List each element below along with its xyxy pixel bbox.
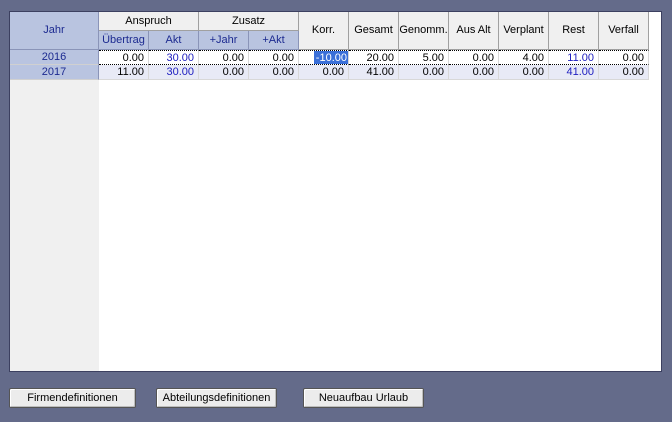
cell-gesamt[interactable]: 20.00 [349, 50, 399, 65]
cell-akt[interactable]: 30.00 [149, 50, 199, 65]
cell-uebertrag[interactable]: 0.00 [99, 50, 149, 65]
header-korr[interactable]: Korr. [299, 12, 349, 50]
cell-plus-jahr[interactable]: 0.00 [199, 65, 249, 80]
vacation-grid[interactable]: Jahr Anspruch Übertrag Akt Zusatz +Jahr … [9, 11, 662, 372]
cell-verplant[interactable]: 0.00 [499, 65, 549, 80]
header-anspruch[interactable]: Anspruch [99, 12, 199, 31]
cell-verfall[interactable]: 0.00 [599, 50, 649, 65]
cell-aus-alt[interactable]: 0.00 [449, 65, 499, 80]
cell-gesamt[interactable]: 41.00 [349, 65, 399, 80]
header-plus-jahr[interactable]: +Jahr [199, 31, 249, 50]
cell-verfall[interactable]: 0.00 [599, 65, 649, 80]
row-year[interactable]: 2017 [10, 65, 99, 80]
cell-uebertrag[interactable]: 11.00 [99, 65, 149, 80]
neuaufbau-urlaub-button[interactable]: Neuaufbau Urlaub [303, 388, 424, 408]
cell-plus-jahr[interactable]: 0.00 [199, 50, 249, 65]
cell-rest[interactable]: 11.00 [549, 50, 599, 65]
cell-rest[interactable]: 41.00 [549, 65, 599, 80]
cell-genomm[interactable]: 0.00 [399, 65, 449, 80]
header-rest[interactable]: Rest [549, 12, 599, 50]
cell-genomm[interactable]: 5.00 [399, 50, 449, 65]
cell-korr-edit-selection[interactable]: -10.00 [313, 51, 348, 64]
header-verfall[interactable]: Verfall [599, 12, 649, 50]
header-plus-akt[interactable]: +Akt [249, 31, 299, 50]
cell-akt[interactable]: 30.00 [149, 65, 199, 80]
firmendefinitionen-button[interactable]: Firmendefinitionen [9, 388, 136, 408]
cell-aus-alt[interactable]: 0.00 [449, 50, 499, 65]
header-verplant[interactable]: Verplant [499, 12, 549, 50]
abteilungsdefinitionen-button[interactable]: Abteilungsdefinitionen [156, 388, 277, 408]
cell-korr[interactable]: -10.00 [299, 50, 349, 65]
cell-verplant[interactable]: 4.00 [499, 50, 549, 65]
header-genomm[interactable]: Genomm. [399, 12, 449, 50]
header-uebertrag[interactable]: Übertrag [99, 31, 149, 50]
header-jahr[interactable]: Jahr [10, 12, 99, 50]
header-aus-alt[interactable]: Aus Alt [449, 12, 499, 50]
header-zusatz[interactable]: Zusatz [199, 12, 299, 31]
cell-plus-akt[interactable]: 0.00 [249, 50, 299, 65]
header-akt[interactable]: Akt [149, 31, 199, 50]
cell-plus-akt[interactable]: 0.00 [249, 65, 299, 80]
row-year[interactable]: 2016 [10, 50, 99, 65]
cell-korr[interactable]: 0.00 [299, 65, 349, 80]
header-gesamt[interactable]: Gesamt [349, 12, 399, 50]
